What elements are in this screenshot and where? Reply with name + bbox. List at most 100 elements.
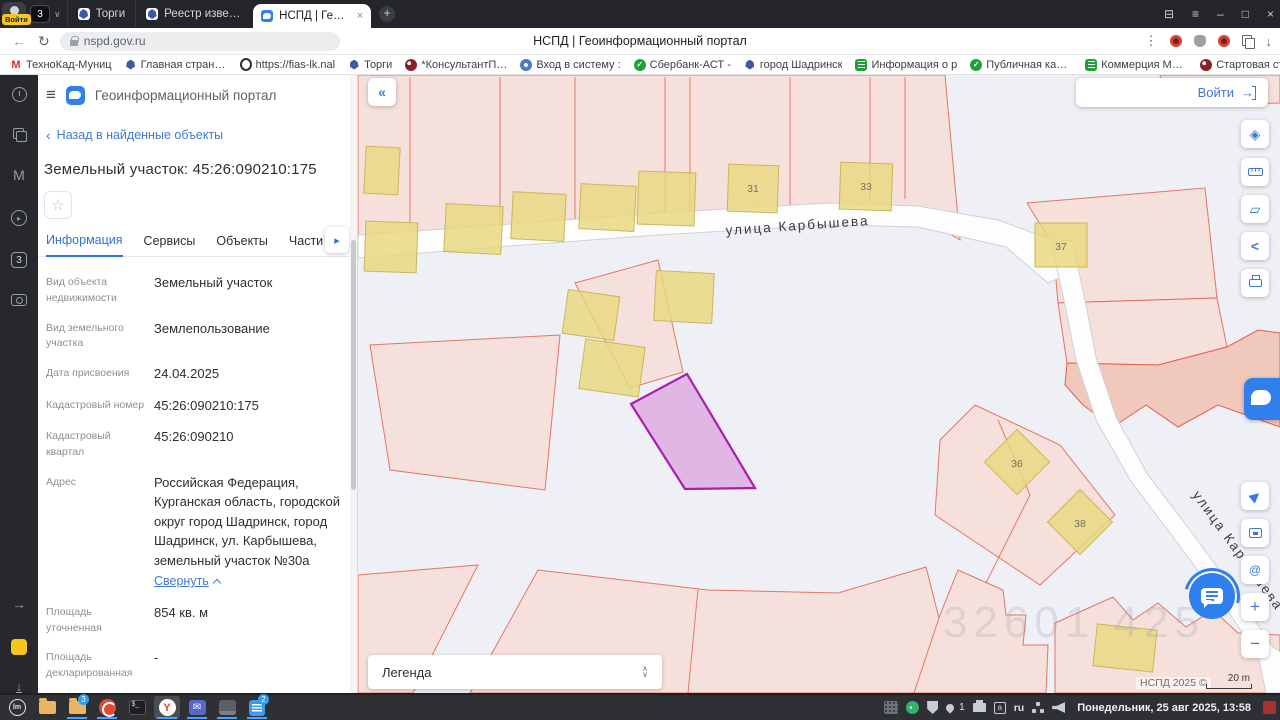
bookmark-item[interactable]: https://fias-lk.nal [239, 58, 335, 71]
tab-services[interactable]: Сервисы [144, 234, 196, 256]
taskbar-app[interactable] [214, 696, 240, 719]
menu-icon[interactable]: ≡ [1192, 7, 1199, 21]
panel-scrollbar[interactable] [350, 75, 357, 693]
maximize-icon[interactable]: □ [1242, 7, 1249, 21]
input-method-icon[interactable] [993, 701, 1006, 714]
share-button[interactable]: < [1241, 232, 1269, 260]
layers-button[interactable]: ◈ [1241, 120, 1269, 148]
area-measure-button[interactable]: ▱ [1241, 195, 1269, 223]
coordinate-search-button[interactable]: @ [1241, 556, 1269, 584]
collapse-panel-button[interactable]: « [368, 78, 396, 106]
close-tab-icon[interactable]: × [357, 10, 363, 22]
legend-bar[interactable]: Легенда ∧ ∨ [368, 655, 662, 689]
tabs-scroll-right-button[interactable]: ▸ [325, 227, 349, 253]
measure-button[interactable] [1241, 158, 1269, 186]
tab-group-counter[interactable]: 3 [30, 5, 50, 23]
map-login-button[interactable]: Войти → [1076, 78, 1268, 107]
chevron-down-icon[interactable]: ∨ [54, 9, 61, 20]
printer-icon[interactable] [972, 700, 986, 712]
building[interactable] [636, 170, 697, 227]
taskbar-terminal[interactable] [124, 696, 150, 719]
zoom-out-button[interactable]: − [1241, 630, 1269, 658]
volume-icon[interactable] [1052, 702, 1066, 713]
sidebar-arrow-icon[interactable]: → [10, 595, 28, 613]
extent-button[interactable] [1241, 519, 1269, 547]
url-field[interactable]: nspd.gov.ru [59, 31, 340, 51]
history-icon[interactable] [11, 87, 27, 102]
kebab-menu-icon[interactable]: ⋮ [1145, 33, 1158, 49]
pin-icon[interactable] [944, 701, 956, 714]
browser-tab-reestr[interactable]: Реестр извещений [135, 0, 253, 28]
chat-fab[interactable] [1173, 557, 1251, 635]
parcel-polygon[interactable] [934, 404, 1116, 586]
tab-information[interactable]: Информация [46, 233, 123, 257]
extension-icon[interactable] [1169, 35, 1182, 47]
legend-toggle-icon[interactable]: ∧ ∨ [642, 665, 648, 679]
building[interactable] [578, 338, 646, 398]
nspd-logo-tab[interactable] [1244, 378, 1280, 420]
browser-tab-nspd-active[interactable]: НСПД | Геоинформаци × [253, 4, 372, 28]
building[interactable] [443, 203, 504, 256]
new-tab-button[interactable]: + [379, 6, 396, 22]
browser-tab-torgi[interactable]: Торги [66, 0, 136, 28]
bookmark-item[interactable]: ТехноКад-Муниц [10, 58, 112, 71]
taskbar-mail[interactable] [184, 696, 210, 719]
collapse-address-link[interactable]: Свернуть [154, 572, 222, 591]
bookmark-item[interactable]: Главная страниц [124, 58, 227, 71]
print-button[interactable] [1241, 269, 1269, 297]
network-icon[interactable] [1032, 702, 1044, 713]
building[interactable] [363, 145, 401, 196]
hamburger-menu-icon[interactable]: ≡ [46, 85, 56, 105]
building[interactable] [510, 191, 567, 242]
vpn-icon[interactable] [906, 701, 920, 714]
bookmark-item[interactable]: Вход в систему : [520, 58, 621, 71]
bookmark-item[interactable]: Информация о р [855, 58, 957, 71]
tab-objects[interactable]: Объекты [216, 234, 268, 256]
bookmark-item[interactable]: *КонсультантПлю [405, 58, 507, 71]
bookmark-item[interactable]: Сбербанк-АСТ - [633, 58, 731, 71]
start-menu-button[interactable] [4, 696, 30, 719]
bookmark-item[interactable]: Стартовая стран [1200, 58, 1280, 71]
mail-shortcut-icon[interactable]: М [10, 166, 28, 184]
locate-button[interactable]: ▶ [1241, 482, 1269, 510]
taskbar-files[interactable] [34, 696, 60, 719]
map-canvas[interactable]: 31 33 37 36 38 улица Карбышева улица Кар… [358, 75, 1280, 693]
tray-app-icon[interactable] [884, 701, 899, 714]
tabs-panel-icon[interactable] [13, 128, 27, 142]
yandex-services-icon[interactable] [11, 639, 27, 655]
tab-list-icon[interactable]: ⊟ [1164, 7, 1174, 21]
collections-icon[interactable] [1241, 35, 1255, 49]
keyboard-layout[interactable]: ru [1014, 702, 1025, 714]
bookmark-item[interactable]: Торги [348, 58, 392, 71]
bookmark-item[interactable]: Коммерция МО.х [1085, 58, 1187, 71]
building[interactable] [363, 220, 419, 274]
browser-profile-avatar[interactable]: Войти [2, 2, 31, 26]
downloads-icon[interactable]: ↓ [1266, 34, 1273, 49]
scrollbar-thumb[interactable] [351, 240, 356, 490]
minimize-icon[interactable]: – [1217, 7, 1224, 21]
shield-icon[interactable] [927, 701, 939, 714]
favorite-star-button[interactable]: ☆ [44, 191, 72, 219]
building[interactable] [561, 289, 621, 341]
tab-counter-icon[interactable]: 3 [11, 252, 27, 268]
building[interactable] [653, 269, 715, 325]
close-window-icon[interactable]: × [1267, 7, 1274, 21]
back-to-results-link[interactable]: ‹ Назад в найденные объекты [46, 127, 357, 143]
taskbar-browser-alt[interactable] [94, 696, 120, 719]
selected-parcel-polygon[interactable] [629, 372, 757, 491]
zoom-in-button[interactable]: + [1241, 593, 1269, 621]
bookmark-item[interactable]: город Шадринск [743, 58, 842, 71]
reload-icon[interactable]: ↻ [38, 33, 50, 50]
taskbar-yandex-browser[interactable] [154, 696, 180, 719]
building[interactable] [578, 183, 637, 232]
notification-icon[interactable] [1263, 701, 1276, 714]
media-icon[interactable]: ▸ [11, 210, 27, 226]
taskbar-file-manager[interactable]: 3 [64, 694, 90, 719]
taskbar-clock[interactable]: Понедельник, 25 авг 2025, 13:58 [1077, 702, 1251, 714]
bookmark-item[interactable]: Публичная кадас [970, 58, 1072, 71]
extension-icon[interactable] [1193, 35, 1206, 47]
taskbar-documents[interactable]: 2 [244, 694, 270, 719]
extension-icon[interactable] [1217, 35, 1230, 47]
downloads-tray-icon[interactable]: ↓ [15, 680, 23, 693]
parcel-polygon[interactable] [369, 334, 561, 491]
